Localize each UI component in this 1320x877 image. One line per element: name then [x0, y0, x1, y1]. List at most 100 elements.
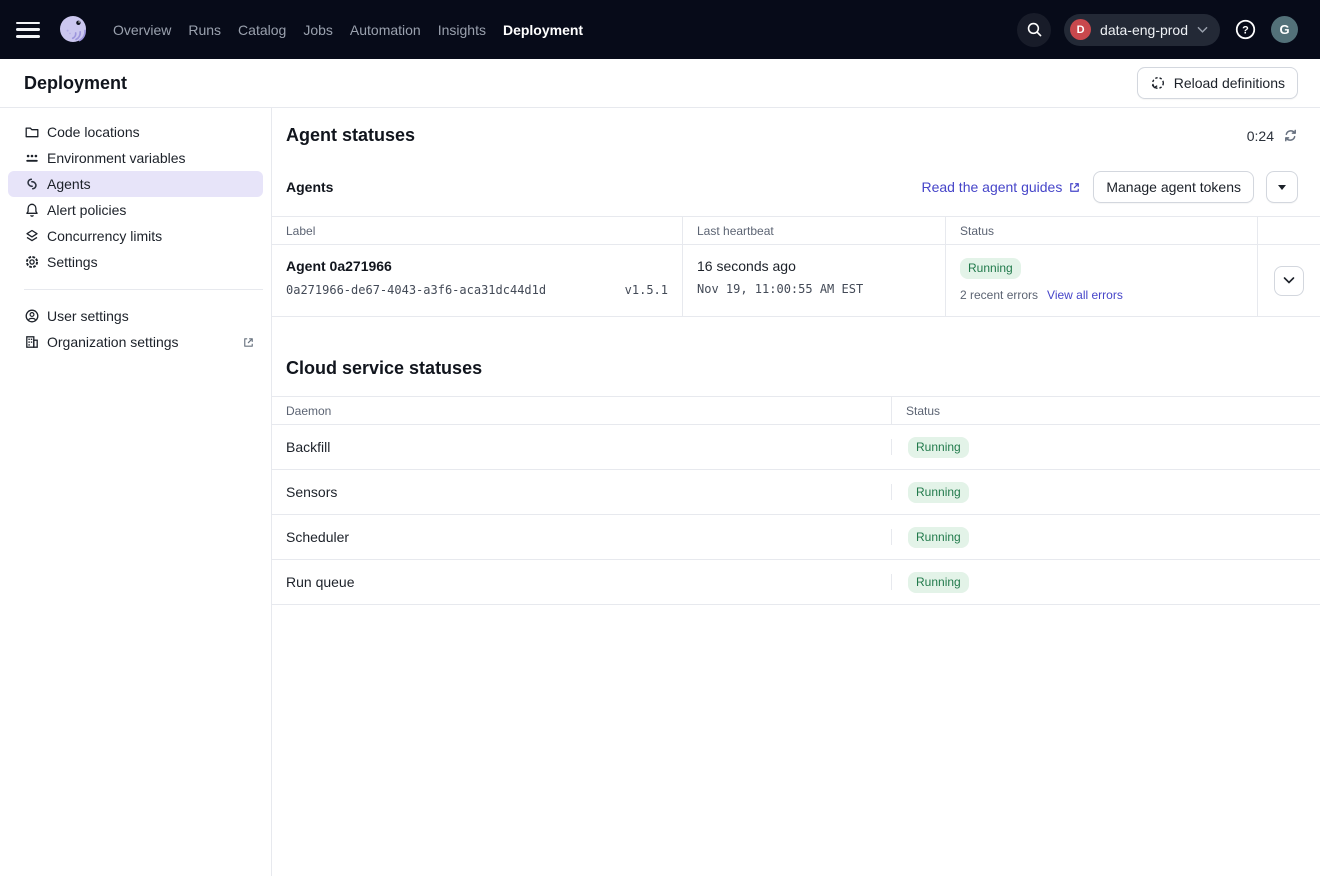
expand-agent-row-button[interactable] [1274, 266, 1304, 296]
daemon-name: Sensors [272, 484, 892, 500]
refresh-button[interactable] [1283, 128, 1298, 143]
main-content: Agent statuses 0:24 Agents Read the agen… [272, 108, 1320, 876]
nav-item-jobs[interactable]: Jobs [303, 22, 333, 38]
daemon-row-run-queue: Run queue Running [272, 560, 1320, 605]
primary-nav: Overview Runs Catalog Jobs Automation In… [113, 22, 583, 38]
status-badge: Running [908, 527, 969, 548]
column-header-status: Status [892, 397, 1320, 424]
column-header-last-heartbeat: Last heartbeat [683, 217, 946, 244]
cloud-service-statuses-title: Cloud service statuses [272, 358, 1320, 379]
agent-icon [24, 176, 40, 192]
help-icon: ? [1233, 17, 1258, 42]
agents-section-label: Agents [286, 179, 333, 195]
recent-errors-summary: 2 recent errors [960, 288, 1038, 302]
hamburger-menu-button[interactable] [16, 20, 42, 40]
status-badge: Running [908, 482, 969, 503]
reload-definitions-icon [1150, 75, 1166, 91]
cloud-table-header: Daemon Status [272, 397, 1320, 425]
agent-name: Agent 0a271966 [286, 258, 668, 274]
reload-definitions-label: Reload definitions [1174, 75, 1285, 91]
sidebar-item-code-locations[interactable]: Code locations [8, 119, 263, 145]
chevron-down-icon [1283, 276, 1295, 285]
agents-table: Label Last heartbeat Status Agent 0a2719… [272, 216, 1320, 317]
agent-row: Agent 0a271966 0a271966-de67-4043-a3f6-a… [272, 245, 1320, 317]
search-button[interactable] [1017, 13, 1051, 47]
sidebar-item-label: Concurrency limits [47, 228, 162, 244]
sidebar-item-agents[interactable]: Agents [8, 171, 263, 197]
sidebar-item-label: Environment variables [47, 150, 186, 166]
help-button[interactable]: ? [1233, 17, 1258, 42]
sidebar-divider [24, 289, 263, 290]
nav-item-runs[interactable]: Runs [188, 22, 221, 38]
manage-agent-tokens-label: Manage agent tokens [1106, 179, 1241, 195]
status-badge: Running [908, 437, 969, 458]
external-link-icon [1068, 181, 1081, 194]
sidebar-item-alert-policies[interactable]: Alert policies [8, 197, 263, 223]
column-header-daemon: Daemon [272, 397, 892, 424]
agent-status-cell: Running 2 recent errors View all errors [946, 245, 1258, 316]
sidebar-item-concurrency-limits[interactable]: Concurrency limits [8, 223, 263, 249]
building-icon [24, 334, 40, 350]
caret-down-icon [1278, 185, 1286, 190]
manage-agent-tokens-button[interactable]: Manage agent tokens [1093, 171, 1254, 203]
svg-text:?: ? [1242, 24, 1249, 36]
ellipsis-icon [24, 150, 40, 166]
sidebar-item-label: Code locations [47, 124, 140, 140]
status-badge: Running [908, 572, 969, 593]
heartbeat-relative: 16 seconds ago [697, 258, 931, 274]
status-badge: Running [960, 258, 1021, 279]
sidebar-item-settings[interactable]: Settings [8, 249, 263, 275]
agents-table-header: Label Last heartbeat Status [272, 217, 1320, 245]
external-link-icon [242, 336, 255, 349]
layers-icon [24, 228, 40, 244]
folder-icon [24, 124, 40, 140]
deployment-sidebar: Code locations Environment variables Age… [0, 108, 272, 876]
page-title: Deployment [24, 73, 127, 94]
user-circle-icon [24, 308, 40, 324]
reload-definitions-button[interactable]: Reload definitions [1137, 67, 1298, 99]
deployment-initial-badge: D [1070, 19, 1091, 40]
nav-item-deployment[interactable]: Deployment [503, 22, 583, 38]
agent-tokens-menu-button[interactable] [1266, 171, 1298, 203]
agent-label-cell: Agent 0a271966 0a271966-de67-4043-a3f6-a… [272, 245, 683, 316]
deployment-switcher[interactable]: D data-eng-prod [1064, 14, 1220, 46]
page-header: Deployment Reload definitions [0, 59, 1320, 108]
daemon-row-backfill: Backfill Running [272, 425, 1320, 470]
nav-item-catalog[interactable]: Catalog [238, 22, 286, 38]
deployment-switcher-label: data-eng-prod [1100, 22, 1188, 38]
refresh-icon [1283, 128, 1298, 143]
view-all-errors-link[interactable]: View all errors [1047, 288, 1123, 302]
agent-heartbeat-cell: 16 seconds ago Nov 19, 11:00:55 AM EST [683, 245, 946, 316]
nav-item-automation[interactable]: Automation [350, 22, 421, 38]
agent-version: v1.5.1 [625, 283, 668, 297]
user-avatar[interactable]: G [1271, 16, 1298, 43]
agent-guides-link-label: Read the agent guides [921, 179, 1062, 195]
column-header-label: Label [272, 217, 683, 244]
daemon-row-scheduler: Scheduler Running [272, 515, 1320, 560]
daemon-name: Run queue [272, 574, 892, 590]
refresh-countdown: 0:24 [1247, 128, 1298, 144]
gear-icon [24, 254, 40, 270]
dagster-logo[interactable] [55, 12, 91, 48]
nav-item-overview[interactable]: Overview [113, 22, 171, 38]
cloud-service-statuses-table: Daemon Status Backfill Running Sensors R… [272, 396, 1320, 605]
heartbeat-timestamp: Nov 19, 11:00:55 AM EST [697, 282, 931, 296]
sidebar-item-label: Alert policies [47, 202, 126, 218]
bell-icon [24, 202, 40, 218]
dagster-octopus-icon [55, 12, 91, 48]
column-header-status: Status [946, 217, 1258, 244]
daemon-row-sensors: Sensors Running [272, 470, 1320, 515]
sidebar-item-label: Organization settings [47, 334, 179, 350]
sidebar-item-user-settings[interactable]: User settings [8, 303, 263, 329]
sidebar-item-environment-variables[interactable]: Environment variables [8, 145, 263, 171]
top-nav: Overview Runs Catalog Jobs Automation In… [0, 0, 1320, 59]
sidebar-item-organization-settings[interactable]: Organization settings [8, 329, 263, 355]
daemon-name: Backfill [272, 439, 892, 455]
sidebar-item-label: User settings [47, 308, 129, 324]
topnav-right-cluster: D data-eng-prod ? G [1017, 13, 1298, 47]
sidebar-item-label: Agents [47, 176, 91, 192]
agent-actions-cell [1258, 245, 1320, 316]
agent-guides-link[interactable]: Read the agent guides [921, 179, 1081, 195]
nav-item-insights[interactable]: Insights [438, 22, 486, 38]
column-header-actions [1258, 217, 1320, 244]
